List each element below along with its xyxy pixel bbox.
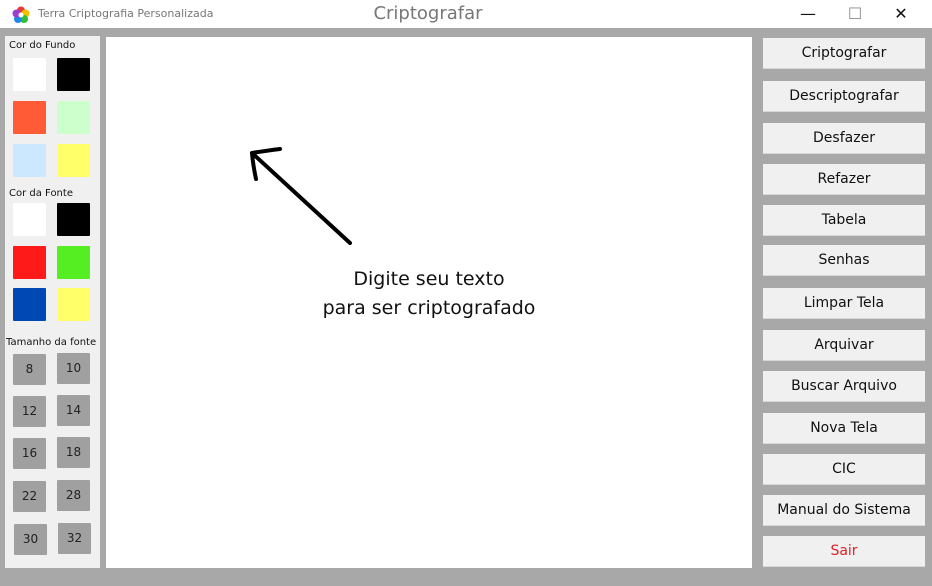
font-size-button[interactable]: 8 <box>13 354 46 385</box>
font-color-swatch[interactable] <box>13 288 46 321</box>
window-title: Criptografar <box>373 3 483 24</box>
background-color-swatch[interactable] <box>13 101 46 134</box>
font-size-button[interactable]: 22 <box>13 481 46 512</box>
redo-button[interactable]: Refazer <box>763 164 925 195</box>
font-size-button[interactable]: 30 <box>14 524 47 555</box>
encrypt-button[interactable]: Criptografar <box>763 38 925 69</box>
clear-screen-button[interactable]: Limpar Tela <box>763 288 925 319</box>
new-screen-button[interactable]: Nova Tela <box>763 413 925 444</box>
save-file-button[interactable]: Arquivar <box>763 330 925 361</box>
open-file-button[interactable]: Buscar Arquivo <box>763 371 925 402</box>
background-color-swatch[interactable] <box>13 144 46 177</box>
system-manual-button[interactable]: Manual do Sistema <box>763 495 925 526</box>
close-button[interactable]: ✕ <box>878 0 924 28</box>
actions-panel: Criptografar Descriptografar Desfazer Re… <box>758 36 932 568</box>
background-color-swatch[interactable] <box>13 58 46 91</box>
font-size-button[interactable]: 16 <box>13 438 46 469</box>
font-size-label: Tamanho da fonte <box>6 337 97 348</box>
font-color-swatch[interactable] <box>13 203 46 236</box>
table-button[interactable]: Tabela <box>763 205 925 236</box>
text-editor[interactable]: Digite seu texto para ser criptografado <box>106 37 752 568</box>
editor-hint-line1: Digite seu texto <box>353 268 505 290</box>
title-bar: Terra Criptografia Personalizada Criptog… <box>0 0 932 28</box>
exit-button[interactable]: Sair <box>763 536 925 567</box>
font-color-label: Cor da Fonte <box>9 188 73 199</box>
background-color-swatch[interactable] <box>57 144 90 177</box>
formatting-panel: Cor do Fundo Cor da Fonte Tamanho da fon… <box>5 36 100 568</box>
background-color-swatch[interactable] <box>57 101 90 134</box>
arrow-up-left-icon <box>250 147 352 245</box>
minimize-button[interactable]: — <box>785 0 831 28</box>
maximize-button[interactable]: ☐ <box>832 0 878 28</box>
editor-hint: Digite seu texto para ser criptografado <box>301 265 557 323</box>
decrypt-button[interactable]: Descriptografar <box>763 81 925 112</box>
font-size-button[interactable]: 28 <box>57 480 90 511</box>
font-size-button[interactable]: 10 <box>57 353 90 384</box>
font-size-button[interactable]: 32 <box>58 523 91 554</box>
font-color-swatch[interactable] <box>13 246 46 279</box>
background-color-swatch[interactable] <box>57 58 90 91</box>
undo-button[interactable]: Desfazer <box>763 123 925 154</box>
font-color-swatch[interactable] <box>57 203 90 236</box>
font-color-swatch[interactable] <box>57 288 90 321</box>
cic-button[interactable]: CIC <box>763 454 925 485</box>
font-size-button[interactable]: 14 <box>57 395 90 426</box>
passwords-button[interactable]: Senhas <box>763 245 925 276</box>
font-color-swatch[interactable] <box>57 246 90 279</box>
editor-hint-line2: para ser criptografado <box>322 297 536 319</box>
background-color-label: Cor do Fundo <box>9 40 76 51</box>
font-size-button[interactable]: 18 <box>57 437 90 468</box>
font-size-button[interactable]: 12 <box>13 396 46 427</box>
